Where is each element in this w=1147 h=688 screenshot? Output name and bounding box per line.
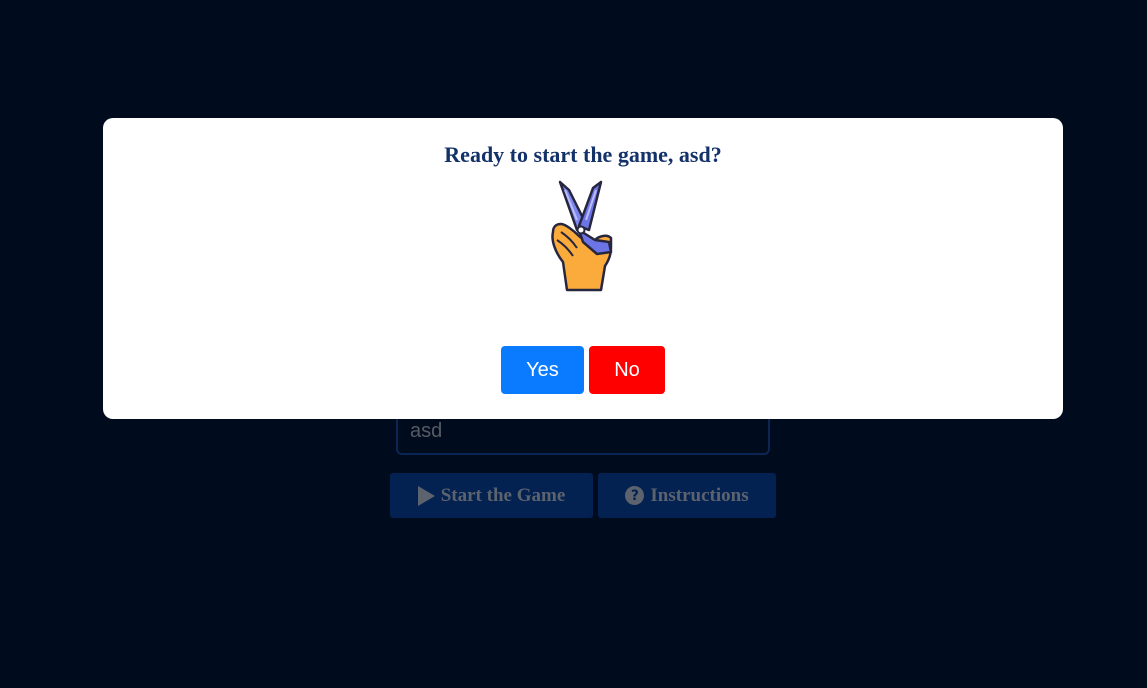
dialog-title: Ready to start the game, asd? [444, 142, 722, 167]
dialog-actions: Yes No [501, 346, 665, 394]
page: asd Start the Game ? Instructions Ready … [0, 0, 1147, 688]
yes-button[interactable]: Yes [501, 346, 584, 394]
play-icon [417, 485, 435, 506]
victory-hand-scissors-icon [551, 180, 613, 292]
start-game-button[interactable]: Start the Game [390, 473, 593, 518]
instructions-button[interactable]: ? Instructions [598, 473, 776, 518]
start-game-label: Start the Game [440, 484, 566, 506]
confirm-dialog: Ready to start the game, asd? Yes No [103, 118, 1063, 419]
no-button[interactable]: No [589, 346, 665, 394]
instructions-label: Instructions [650, 484, 749, 506]
question-circle-icon: ? [625, 486, 645, 505]
